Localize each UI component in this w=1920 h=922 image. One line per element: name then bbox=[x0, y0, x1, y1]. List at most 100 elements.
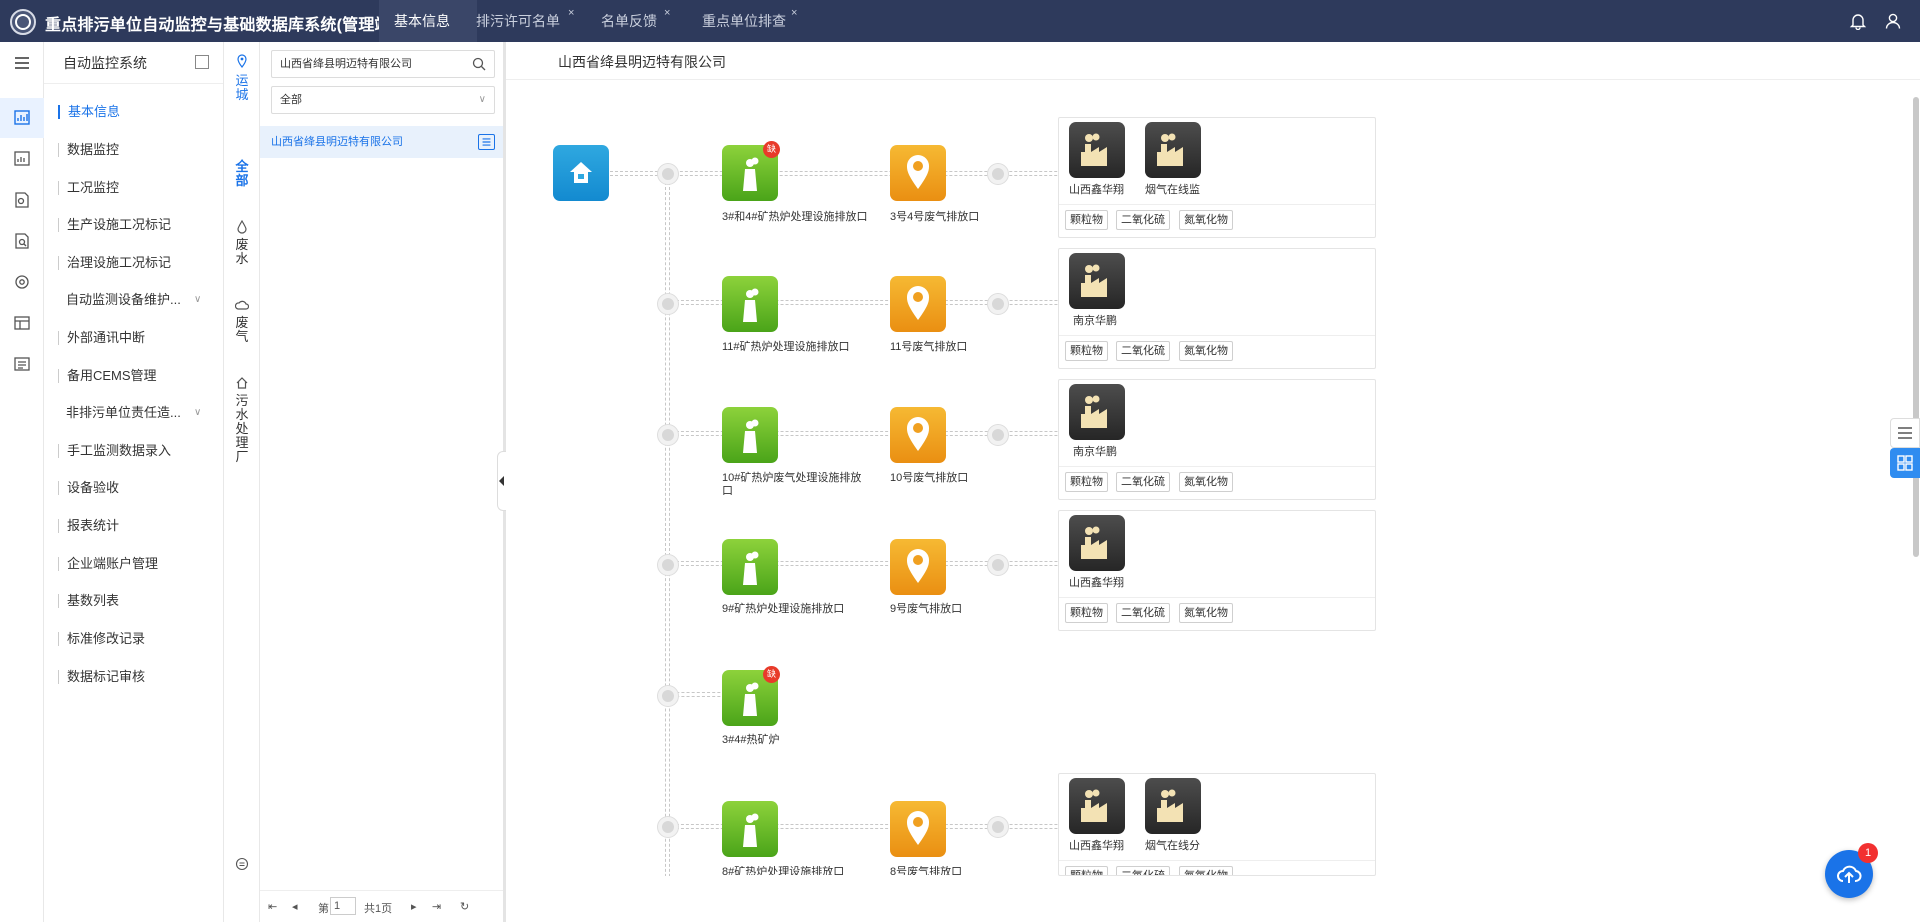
outlet-node[interactable] bbox=[890, 539, 946, 595]
type-wastewater[interactable]: 废水 bbox=[235, 238, 249, 266]
list-item-enterprise[interactable]: 山西省绛县明迈特有限公司 bbox=[260, 126, 503, 158]
sidebar-item-non-responsibility[interactable]: 非排污单位责任造... ∨ bbox=[58, 406, 201, 420]
sidebar-item-accounts[interactable]: 企业端账户管理 bbox=[58, 557, 158, 571]
production-source-node[interactable] bbox=[722, 539, 778, 595]
doc-search-icon[interactable] bbox=[13, 191, 31, 209]
missing-badge: 缺 bbox=[763, 141, 780, 158]
type-sewage-plant[interactable]: 污水处理厂 bbox=[235, 394, 249, 464]
pollutant-tag[interactable]: 氮氧化物 bbox=[1179, 472, 1233, 492]
type-all[interactable]: 全部 bbox=[235, 160, 249, 188]
search-input[interactable]: 山西省绛县明迈特有限公司 bbox=[271, 50, 495, 78]
device-node[interactable] bbox=[1069, 384, 1125, 440]
last-page-icon[interactable]: ⇥ bbox=[432, 900, 441, 913]
page-input[interactable]: 1 bbox=[330, 897, 356, 915]
device-node[interactable] bbox=[1069, 122, 1125, 178]
production-source-node[interactable] bbox=[722, 276, 778, 332]
pollutant-tag[interactable]: 二氧化硫 bbox=[1116, 341, 1170, 361]
sidebar-item-basic-info[interactable]: 基本信息 bbox=[58, 105, 120, 119]
type-region[interactable]: 运城 bbox=[235, 74, 249, 102]
pollutant-tag[interactable]: 二氧化硫 bbox=[1116, 866, 1170, 875]
device-node[interactable] bbox=[1069, 253, 1125, 309]
close-icon[interactable]: × bbox=[664, 0, 670, 34]
chimney-icon bbox=[743, 419, 759, 453]
collapse-icon[interactable] bbox=[195, 55, 209, 69]
pollutant-tag[interactable]: 颗粒物 bbox=[1065, 472, 1108, 492]
pollutant-tag[interactable]: 颗粒物 bbox=[1065, 341, 1108, 361]
water-drop-icon bbox=[237, 220, 247, 234]
connector-dot bbox=[988, 294, 1008, 314]
sidebar-item-base-list[interactable]: 基数列表 bbox=[58, 594, 119, 608]
bell-icon[interactable] bbox=[1849, 12, 1867, 30]
outlet-node[interactable] bbox=[890, 276, 946, 332]
tab-permit-list[interactable]: 排污许可名单 × bbox=[462, 0, 580, 42]
list-detail-icon[interactable] bbox=[478, 134, 495, 150]
type-select[interactable]: 全部 ∨ bbox=[271, 86, 495, 114]
production-source-node[interactable] bbox=[722, 407, 778, 463]
device-node[interactable] bbox=[1145, 122, 1201, 178]
sidebar-item-equipment-maintain[interactable]: 自动监测设备维护... ∨ bbox=[58, 293, 201, 307]
pollutant-tag[interactable]: 二氧化硫 bbox=[1116, 210, 1170, 230]
data-table-icon[interactable] bbox=[13, 314, 31, 332]
pollutant-tag[interactable]: 二氧化硫 bbox=[1116, 603, 1170, 623]
production-source-node[interactable] bbox=[722, 801, 778, 857]
sidebar-item-comm-outage[interactable]: 外部通讯中断 bbox=[58, 331, 145, 345]
grid-view-button[interactable] bbox=[1890, 448, 1920, 478]
monitor-chart-icon[interactable] bbox=[13, 109, 31, 127]
sidebar-item-report[interactable]: 报表统计 bbox=[58, 519, 119, 533]
divider bbox=[1059, 204, 1375, 205]
pollutant-tag[interactable]: 氮氧化物 bbox=[1179, 866, 1233, 875]
report-icon[interactable] bbox=[13, 355, 31, 373]
tab-feedback[interactable]: 名单反馈 × bbox=[587, 0, 679, 42]
close-icon[interactable]: × bbox=[791, 0, 797, 34]
setting-circle-icon[interactable] bbox=[235, 857, 249, 871]
doc-inspect-icon[interactable] bbox=[13, 232, 31, 250]
location-pin-icon bbox=[907, 811, 929, 845]
connector-dot bbox=[658, 817, 678, 837]
main-content: 山西省绛县明迈特有限公司 缺 3#和4#矿热炉处理设施排放口 3号4号废气排放口… bbox=[506, 42, 1920, 922]
outlet-node[interactable] bbox=[890, 407, 946, 463]
sidebar-item-manual-entry[interactable]: 手工监测数据录入 bbox=[58, 444, 171, 458]
factory-icon bbox=[1157, 133, 1183, 166]
refresh-icon[interactable]: ↻ bbox=[460, 900, 469, 913]
settings-search-icon[interactable] bbox=[13, 273, 31, 291]
pollutant-tag[interactable]: 氮氧化物 bbox=[1179, 341, 1233, 361]
close-icon[interactable]: × bbox=[568, 0, 574, 34]
device-label: 山西鑫华翔 bbox=[1069, 577, 1124, 589]
tab-key-unit-check[interactable]: 重点单位排查 × bbox=[688, 0, 806, 42]
sidebar-item-production-mark[interactable]: 生产设施工况标记 bbox=[58, 218, 171, 232]
sidebar-item-condition-monitor[interactable]: 工况监控 bbox=[58, 181, 119, 195]
type-waste-gas[interactable]: 废气 bbox=[235, 316, 249, 344]
app-title: 重点排污单位自动监控与基础数据库系统(管理端) bbox=[45, 17, 397, 34]
user-icon[interactable] bbox=[1884, 12, 1902, 30]
pollutant-tag[interactable]: 氮氧化物 bbox=[1179, 603, 1233, 623]
pollutant-tag[interactable]: 氮氧化物 bbox=[1179, 210, 1233, 230]
sidebar-item-mark-review[interactable]: 数据标记审核 bbox=[58, 670, 145, 684]
device-label: 烟气在线监 bbox=[1145, 184, 1200, 196]
search-icon[interactable] bbox=[472, 57, 486, 71]
list-view-button[interactable] bbox=[1890, 418, 1920, 448]
menu-header: 自动监控系统 bbox=[44, 42, 223, 84]
first-page-icon[interactable]: ⇤ bbox=[268, 900, 277, 913]
connector-dot bbox=[988, 164, 1008, 184]
pollutant-tag[interactable]: 颗粒物 bbox=[1065, 866, 1108, 875]
prev-page-icon[interactable]: ◂ bbox=[292, 900, 298, 913]
pollutant-tag[interactable]: 二氧化硫 bbox=[1116, 472, 1170, 492]
device-node[interactable] bbox=[1069, 778, 1125, 834]
sidebar-item-acceptance[interactable]: 设备验收 bbox=[58, 481, 119, 495]
pollutant-tag[interactable]: 颗粒物 bbox=[1065, 210, 1108, 230]
sidebar-item-standard-log[interactable]: 标准修改记录 bbox=[58, 632, 145, 646]
bar-chart-icon[interactable] bbox=[13, 150, 31, 168]
device-node[interactable] bbox=[1069, 515, 1125, 571]
next-page-icon[interactable]: ▸ bbox=[411, 900, 417, 913]
outlet-node[interactable] bbox=[890, 801, 946, 857]
device-node[interactable] bbox=[1145, 778, 1201, 834]
scrollbar[interactable] bbox=[1913, 97, 1919, 557]
menu-icon[interactable] bbox=[13, 54, 31, 72]
chimney-icon bbox=[743, 288, 759, 322]
sidebar-item-treatment-mark[interactable]: 治理设施工况标记 bbox=[58, 256, 171, 270]
sidebar-item-cems[interactable]: 备用CEMS管理 bbox=[58, 369, 157, 383]
enterprise-root-node[interactable] bbox=[553, 145, 609, 201]
sidebar-item-data-monitor[interactable]: 数据监控 bbox=[58, 143, 119, 157]
pollutant-tag[interactable]: 颗粒物 bbox=[1065, 603, 1108, 623]
outlet-node[interactable] bbox=[890, 145, 946, 201]
